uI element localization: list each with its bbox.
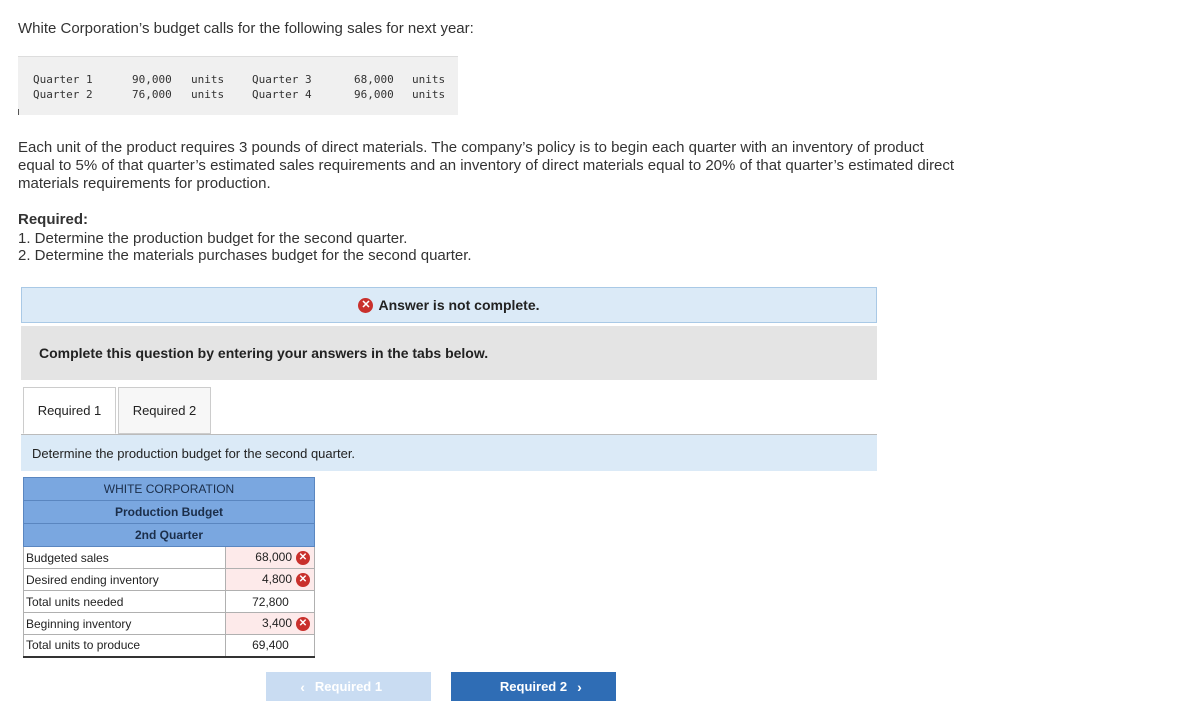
budget-row-label: Total units to produce xyxy=(22,634,227,658)
problem-description: Each unit of the product requires 3 poun… xyxy=(18,139,955,192)
tab-required-1[interactable]: Required 1 xyxy=(23,387,116,434)
prev-button-label: Required 1 xyxy=(314,679,383,694)
budget-row: Total units needed 72,800 xyxy=(22,590,315,613)
budget-row: Budgeted sales 68,000 ✕ xyxy=(22,546,315,569)
budget-row-label: Beginning inventory xyxy=(22,612,227,635)
budget-row-value: 68,000 xyxy=(255,550,292,565)
table-corner-mark xyxy=(18,109,19,115)
x-circle-icon: ✕ xyxy=(296,616,310,631)
required-item-2: 2. Determine the materials purchases bud… xyxy=(18,247,472,264)
budget-row: Total units to produce 69,400 xyxy=(22,634,315,658)
sales-q3-unit: units xyxy=(412,73,446,86)
chevron-right-icon: › xyxy=(577,678,582,695)
sales-q1-unit: units xyxy=(191,73,225,86)
sales-table: Quarter 1 90,000 units Quarter 3 68,000 … xyxy=(18,56,458,115)
budget-title: Production Budget xyxy=(23,500,315,524)
budget-period: 2nd Quarter xyxy=(23,523,315,547)
budget-row-value: 4,800 xyxy=(261,572,292,587)
tab-required-2[interactable]: Required 2 xyxy=(118,387,211,434)
problem-intro: White Corporation’s budget calls for the… xyxy=(18,20,474,37)
sales-q2-value: 76,000 xyxy=(132,88,172,101)
total-units-to-produce-value: 69,400 xyxy=(225,634,315,658)
desired-ending-inventory-input[interactable]: 4,800 ✕ xyxy=(225,568,315,591)
budget-row-label: Total units needed xyxy=(22,590,227,613)
required-item-1: 1. Determine the production budget for t… xyxy=(18,230,408,247)
tab-required-1-label: Required 1 xyxy=(37,403,102,418)
sales-q2-unit: units xyxy=(191,88,225,101)
sales-q4-unit: units xyxy=(412,88,446,101)
budget-row-label: Desired ending inventory xyxy=(22,568,227,591)
sales-q2-label: Quarter 2 xyxy=(33,88,93,101)
x-circle-icon: ✕ xyxy=(296,572,310,587)
next-required-button[interactable]: ‹ Required 2 › xyxy=(451,672,616,701)
total-units-needed-value: 72,800 xyxy=(225,590,315,613)
sales-q3-label: Quarter 3 xyxy=(252,73,312,86)
budget-company: WHITE CORPORATION xyxy=(23,477,315,501)
budget-row: Desired ending inventory 4,800 ✕ xyxy=(22,568,315,591)
next-button-label: Required 2 xyxy=(499,679,568,694)
sales-q3-value: 68,000 xyxy=(354,73,394,86)
instruction-bar: Complete this question by entering your … xyxy=(21,326,877,380)
sales-q4-label: Quarter 4 xyxy=(252,88,312,101)
x-circle-icon: ✕ xyxy=(296,550,310,565)
budget-row-label: Budgeted sales xyxy=(22,546,227,569)
budget-row: Beginning inventory 3,400 ✕ xyxy=(22,612,315,635)
chevron-left-icon: ‹ xyxy=(300,678,305,695)
beginning-inventory-input[interactable]: 3,400 ✕ xyxy=(225,612,315,635)
tab-required-2-label: Required 2 xyxy=(132,403,197,418)
budget-row-value: 3,400 xyxy=(261,616,292,631)
instruction-text: Complete this question by entering your … xyxy=(39,345,489,361)
tab-description-text: Determine the production budget for the … xyxy=(32,445,356,461)
sales-q4-value: 96,000 xyxy=(354,88,394,101)
answer-status-banner: ✕ Answer is not complete. xyxy=(21,287,877,323)
production-budget-table: WHITE CORPORATION Production Budget 2nd … xyxy=(22,477,315,658)
sales-q1-value: 90,000 xyxy=(132,73,172,86)
required-heading: Required: xyxy=(18,211,89,228)
tab-description: Determine the production budget for the … xyxy=(21,435,877,471)
sales-q1-label: Quarter 1 xyxy=(33,73,93,86)
x-circle-icon: ✕ xyxy=(358,297,374,313)
prev-required-button[interactable]: ‹ Required 1 › xyxy=(266,672,431,701)
answer-status-text: Answer is not complete. xyxy=(378,297,540,313)
budgeted-sales-input[interactable]: 68,000 ✕ xyxy=(225,546,315,569)
